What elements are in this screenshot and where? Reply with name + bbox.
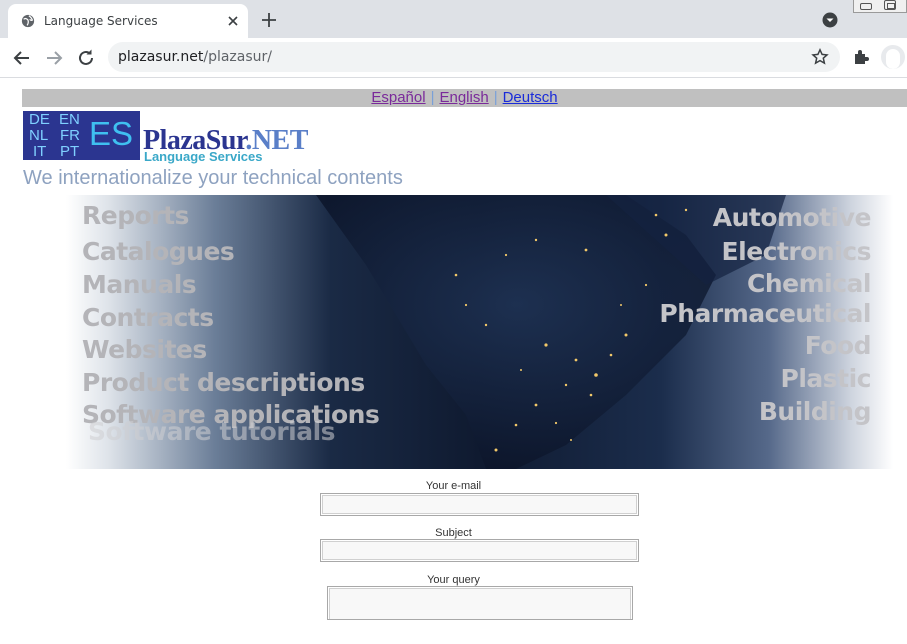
tab-strip: Language Services xyxy=(0,0,907,38)
banner-word: Contracts xyxy=(82,303,214,332)
query-label: Your query xyxy=(427,574,480,586)
banner-word: Reports xyxy=(82,201,189,230)
banner-word: Automotive xyxy=(712,203,872,232)
close-icon[interactable] xyxy=(225,13,241,29)
logo-big-code: ES xyxy=(89,115,134,152)
puzzle-icon[interactable] xyxy=(851,47,871,67)
banner-word: Websites xyxy=(82,335,207,364)
profile-avatar-icon[interactable] xyxy=(881,45,905,69)
restore-button[interactable] xyxy=(884,0,896,10)
star-icon[interactable] xyxy=(811,48,829,66)
window-controls xyxy=(853,0,907,13)
logo-code: FR xyxy=(60,127,80,144)
logo-badge: DE EN NL FR IT PT ES xyxy=(23,111,140,160)
banner-word: Pharmaceutical xyxy=(659,299,871,328)
email-field[interactable] xyxy=(320,493,639,516)
address-bar[interactable]: plazasur.net/plazasur/ xyxy=(108,42,840,72)
forward-arrow-icon[interactable] xyxy=(43,47,65,69)
banner-word: Building xyxy=(758,397,872,426)
logo-code: PT xyxy=(60,143,80,160)
url-text: plazasur.net/plazasur/ xyxy=(118,49,272,65)
lang-link-spanish[interactable]: Español xyxy=(371,89,425,106)
query-textarea[interactable] xyxy=(327,586,633,620)
lang-separator: | xyxy=(493,89,498,106)
lang-link-german[interactable]: Deutsch xyxy=(503,89,558,106)
url-host: plazasur.net xyxy=(118,49,204,65)
logo-code: DE xyxy=(29,111,50,128)
logo-code: IT xyxy=(33,143,47,160)
lang-link-english[interactable]: English xyxy=(439,89,488,106)
email-label: Your e-mail xyxy=(425,480,482,492)
tagline: We internationalize your technical conte… xyxy=(23,167,403,189)
banner-word: Catalogues xyxy=(82,237,235,266)
globe-icon xyxy=(21,14,35,28)
plus-icon[interactable] xyxy=(260,11,278,29)
logo-code: EN xyxy=(59,111,80,128)
tab-title: Language Services xyxy=(44,14,158,28)
chevron-down-icon[interactable] xyxy=(822,12,838,28)
logo-subtitle: Language Services xyxy=(144,149,263,164)
url-path: /plazasur/ xyxy=(203,49,272,65)
language-bar: Español | English | Deutsch xyxy=(22,89,907,107)
browser-toolbar: plazasur.net/plazasur/ xyxy=(0,38,907,78)
subject-field[interactable] xyxy=(320,539,639,562)
banner-word: Chemical xyxy=(747,269,871,298)
active-tab[interactable]: Language Services xyxy=(8,4,248,38)
hero-banner: Reports Catalogues Manuals Contracts Web… xyxy=(66,195,893,469)
back-arrow-icon[interactable] xyxy=(11,47,33,69)
banner-word: Plastic xyxy=(780,364,872,393)
reload-icon[interactable] xyxy=(75,47,97,69)
logo-code: NL xyxy=(29,127,49,144)
banner-word: Electronics xyxy=(721,237,872,266)
subject-label: Subject xyxy=(435,527,472,539)
minimize-button[interactable] xyxy=(860,3,872,10)
banner-word: Product descriptions xyxy=(82,368,365,397)
banner-word: Food xyxy=(804,331,872,360)
banner-word-ghost: Software tutorials xyxy=(88,417,336,446)
lang-separator: | xyxy=(430,89,435,106)
banner-word: Manuals xyxy=(82,270,197,299)
